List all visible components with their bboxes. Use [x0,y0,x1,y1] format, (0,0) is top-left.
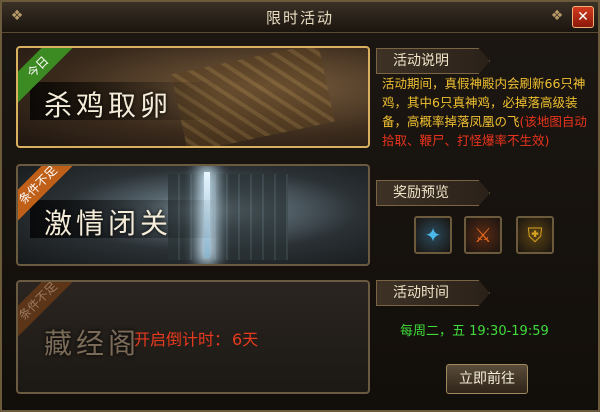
activity-time: 每周二，五 19:30-19:59 [400,324,549,339]
activity-name: 杀鸡取卵 [44,89,173,122]
activity-info-panel: 活动说明 活动期间，真假神殿内会刷新66只神鸡，其中6只真神鸡，必掉落高级装备，… [376,44,594,404]
armor-icon[interactable]: ⛨ [516,216,554,254]
corner-ornament-icon: ❖ [550,8,564,24]
activity-card-passion-retreat[interactable]: 激情闭关 条件不足 [16,164,370,266]
activity-window: ❖ 限时活动 ❖ ✕ 杀鸡取卵 今日 激情闭关 条件不足 藏经阁 开启倒计时： 6… [0,0,600,412]
activity-card-kill-chicken[interactable]: 杀鸡取卵 今日 [16,46,370,148]
section-header-rewards: 奖励预览 [376,180,490,206]
countdown-text: 开启倒计时： 6天 [134,326,260,350]
close-button[interactable]: ✕ [572,6,594,28]
section-header-time: 活动时间 [376,280,490,306]
sword-icon[interactable]: ⚔ [464,216,502,254]
activity-name: 藏经阁 [44,327,141,360]
activity-description: 活动期间，真假神殿内会刷新66只神鸡，其中6只真神鸡，必掉落高级装备，高概率掉落… [382,76,587,148]
title-bar: ❖ 限时活动 ❖ ✕ [2,2,598,33]
activity-list: 杀鸡取卵 今日 激情闭关 条件不足 藏经阁 开启倒计时： 6天 条件不足 [16,46,372,396]
activity-name: 激情闭关 [44,207,173,240]
gem-shard-icon[interactable]: ✦ [414,216,452,254]
activity-card-scripture-pavilion[interactable]: 藏经阁 开启倒计时： 6天 条件不足 [16,280,370,394]
countdown-label: 开启倒计时： [134,330,231,349]
countdown-value: 6天 [232,330,259,349]
section-header-description: 活动说明 [376,48,490,74]
go-now-button[interactable]: 立即前往 [446,364,528,394]
window-title: 限时活动 [265,9,334,27]
